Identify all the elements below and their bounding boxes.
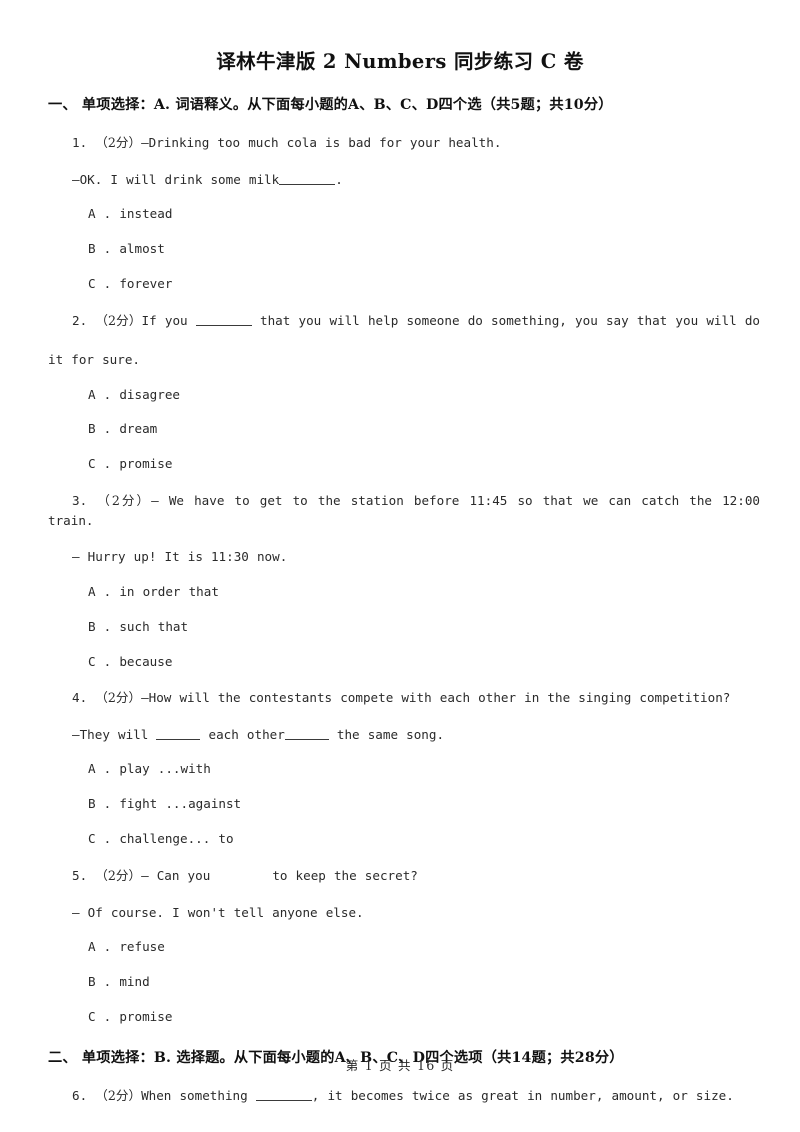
question-text-tail: to keep the secret? (272, 868, 418, 884)
question-4: 4. （2分）—How will the contestants compete… (48, 688, 760, 849)
answer-blank[interactable] (279, 183, 336, 185)
question-score: （2分） (97, 493, 152, 509)
question-number: 4. (72, 690, 88, 706)
page-footer: 第 1 页 共 16 页 (345, 1058, 455, 1073)
question-sub-line: — Of course. I won't tell anyone else. (72, 904, 364, 920)
question-text: —How will the contestants compete with e… (141, 690, 731, 706)
question-stem: 3. （2分）— We have to get to the station b… (48, 491, 760, 530)
question-text: — Can you (141, 868, 211, 884)
option-b[interactable]: B . mind (48, 973, 760, 992)
question-number: 3. (72, 493, 88, 509)
question-score: （2分） (95, 1088, 142, 1104)
question-text: When something (141, 1088, 256, 1104)
question-score: （2分） (95, 690, 142, 706)
question-text: —Drinking too much cola is bad for your … (141, 135, 502, 151)
question-sub-text: —They will (72, 726, 157, 742)
question-text: If you (141, 313, 196, 328)
question-sub-line: — Hurry up! It is 11:30 now. (72, 549, 288, 565)
question-sub-tail: the same song. (328, 726, 445, 742)
question-number: 6. (72, 1088, 88, 1104)
page-title: 译林牛津版 2 Numbers 同步练习 C 卷 (216, 50, 584, 73)
answer-blank[interactable] (195, 325, 252, 326)
document-content: 一、 单项选择：A. 词语释义。从下面每小题的A、B、C、D四个选（共5题；共1… (0, 95, 800, 1106)
option-b[interactable]: B . such that (48, 618, 760, 637)
question-number: 1. (72, 135, 88, 151)
option-c[interactable]: C . promise (48, 1008, 760, 1027)
question-text-tail: that you will help someone do something,… (251, 313, 761, 328)
question-stem: 4. （2分）—How will the contestants compete… (48, 688, 760, 708)
option-a[interactable]: A . refuse (48, 938, 760, 957)
question-stem: 5. （2分）— Can you to keep the secret? (48, 866, 760, 886)
question-5: 5. （2分）— Can you to keep the secret? — Of… (48, 866, 760, 1027)
question-stem: 6. （2分）When something , it becomes twice… (48, 1086, 760, 1106)
question-score: （2分） (95, 135, 142, 151)
question-wrap-line: it for sure. (48, 352, 140, 368)
question-number: 2. (72, 313, 88, 328)
option-a[interactable]: A . instead (48, 205, 760, 224)
question-text-tail: , it becomes twice as great in number, a… (311, 1088, 734, 1104)
question-sub-tail: . (335, 171, 343, 187)
option-c[interactable]: C . promise (48, 455, 760, 474)
question-sub-line: —They will each other the same song. (48, 725, 760, 745)
question-sub-text: —OK. I will drink some milk (72, 171, 280, 187)
option-a[interactable]: A . disagree (48, 386, 760, 405)
question-sub-line: —OK. I will drink some milk. (48, 170, 760, 190)
answer-blank-2[interactable] (284, 738, 329, 740)
question-number: 5. (72, 868, 88, 884)
option-a[interactable]: A . play ...with (48, 760, 760, 779)
option-c[interactable]: C . forever (48, 275, 760, 294)
question-text: — We have to get to the station before 1… (48, 493, 761, 528)
option-b[interactable]: B . dream (48, 420, 760, 439)
question-6: 6. （2分）When something , it becomes twice… (48, 1086, 760, 1106)
option-b[interactable]: B . fight ...against (48, 795, 760, 814)
option-c[interactable]: C . challenge... to (48, 830, 760, 849)
answer-blank[interactable] (255, 1100, 312, 1102)
option-a[interactable]: A . in order that (48, 583, 760, 602)
question-score: （2分） (95, 313, 142, 328)
section-heading-1: 一、 单项选择：A. 词语释义。从下面每小题的A、B、C、D四个选（共5题；共1… (48, 97, 613, 113)
question-2: 2. （2分）If you that you will help someone… (48, 311, 760, 474)
question-1: 1. （2分）—Drinking too much cola is bad fo… (48, 133, 760, 294)
question-sub-middle: each other (200, 726, 285, 742)
question-3: 3. （2分）— We have to get to the station b… (48, 491, 760, 671)
option-b[interactable]: B . almost (48, 240, 760, 259)
option-c[interactable]: C . because (48, 653, 760, 672)
question-stem: 2. （2分）If you that you will help someone… (48, 311, 760, 350)
document-page: 译林牛津版 2 Numbers 同步练习 C 卷 一、 单项选择：A. 词语释义… (0, 0, 800, 1132)
question-stem: 1. （2分）—Drinking too much cola is bad fo… (48, 133, 760, 153)
answer-blank-1[interactable] (156, 738, 201, 740)
question-score: （2分） (95, 868, 142, 884)
